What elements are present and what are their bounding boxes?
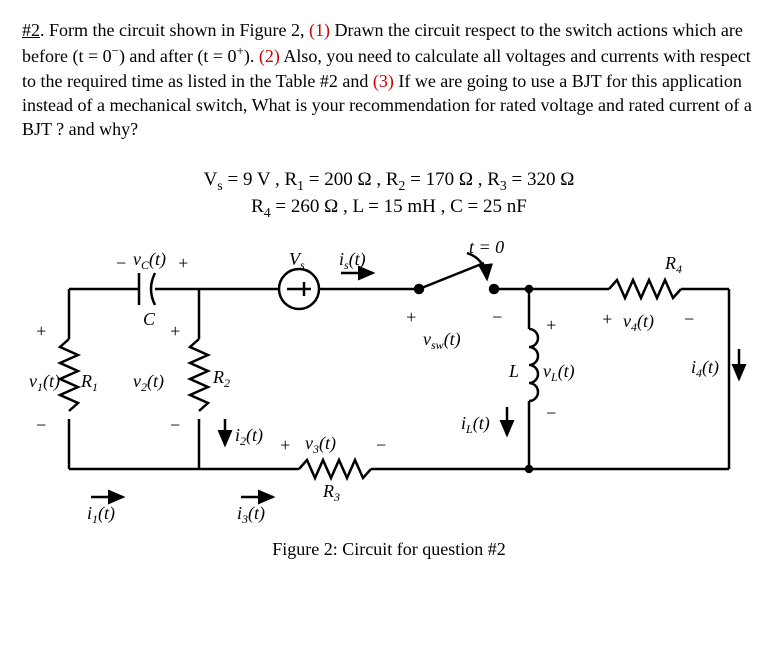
label-minus-v1: − [35, 415, 47, 435]
label-v1: v1(t) [29, 371, 60, 394]
label-plus-v4: + [601, 309, 613, 329]
label-plus-v1: + [35, 321, 47, 341]
label-minus-v4: − [683, 309, 695, 329]
label-i1: i1(t) [87, 503, 115, 526]
figure-2: − vC(t) + C + v1(t) − R1 + v2(t) − R2 Vs… [22, 229, 756, 560]
parameters-line-2: R4 = 260 Ω , L = 15 mH , C = 25 nF [22, 196, 756, 221]
label-Vs: Vs [289, 249, 305, 272]
label-plus-v2: + [169, 321, 181, 341]
superscript-minus: − [112, 43, 119, 58]
label-R4: R4 [664, 253, 682, 276]
problem-statement: #2. Form the circuit shown in Figure 2, … [22, 18, 756, 141]
label-t0: t = 0 [469, 237, 504, 257]
part1-label: (1) [309, 20, 330, 40]
label-v3: v3(t) [305, 433, 336, 456]
label-minus-v2: − [169, 415, 181, 435]
label-minus-vL: − [545, 403, 557, 423]
label-minus-vsw: − [491, 307, 503, 327]
figure-caption: Figure 2: Circuit for question #2 [22, 539, 756, 560]
circuit-schematic: − vC(t) + C + v1(t) − R1 + v2(t) − R2 Vs… [29, 229, 749, 529]
label-plus-vc: + [177, 253, 189, 273]
superscript-plus: + [237, 43, 244, 58]
label-minus-v3: − [375, 435, 387, 455]
part2-label: (2) [259, 46, 280, 66]
parameters-line-1: Vs = 9 V , R1 = 200 Ω , R2 = 170 Ω , R3 … [22, 169, 756, 194]
label-plus-vsw: + [405, 307, 417, 327]
label-R2: R2 [212, 367, 230, 390]
label-i2: i2(t) [235, 425, 263, 448]
label-plus-vL: + [545, 315, 557, 335]
label-minus-vc: − [115, 253, 127, 273]
label-v2: v2(t) [133, 371, 164, 394]
part3-label: (3) [373, 71, 394, 91]
problem-number: #2 [22, 20, 40, 40]
label-vsw: vsw(t) [423, 329, 461, 352]
label-i4: i4(t) [691, 357, 719, 380]
label-vL: vL(t) [543, 361, 575, 384]
parameters-block: Vs = 9 V , R1 = 200 Ω , R2 = 170 Ω , R3 … [22, 169, 756, 221]
label-vc: vC(t) [133, 249, 166, 272]
label-plus-v3: + [279, 435, 291, 455]
label-is: is(t) [339, 249, 366, 272]
label-v4: v4(t) [623, 311, 654, 334]
label-C: C [143, 309, 156, 329]
label-i3: i3(t) [237, 503, 265, 526]
label-L: L [508, 361, 519, 381]
label-R1: R1 [80, 371, 98, 394]
label-R3: R3 [322, 481, 340, 504]
label-iL: iL(t) [461, 413, 490, 436]
